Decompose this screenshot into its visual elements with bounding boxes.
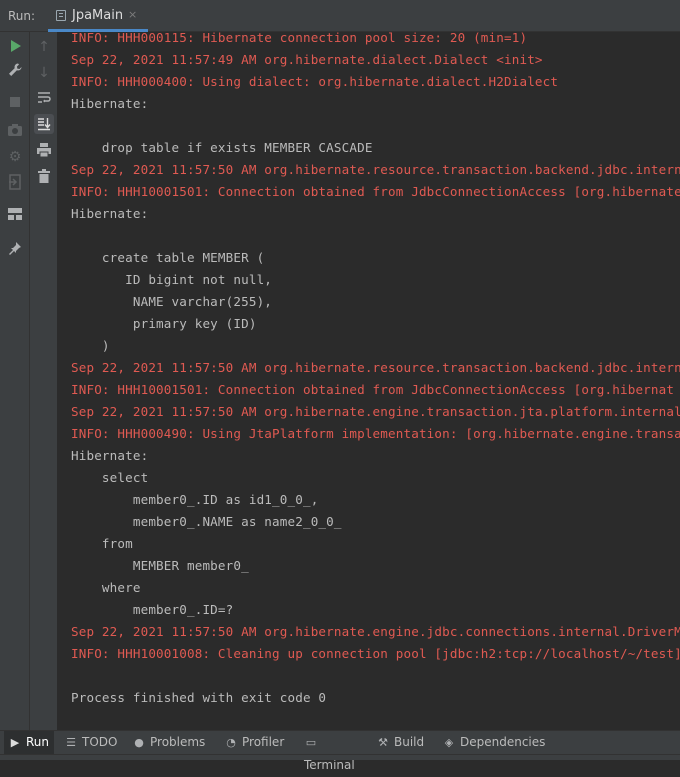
tool-tab-label: Dependencies (460, 735, 546, 749)
scroll-to-end-button[interactable] (34, 114, 54, 134)
console-log-line: INFO: HHH000115: Hibernate connection po… (71, 32, 528, 45)
play-icon: ▶ (10, 736, 20, 749)
previous-occurrence-button[interactable]: ↑ (34, 36, 54, 56)
console-log-line: Sep 22, 2021 11:57:50 AM org.hibernate.r… (71, 360, 680, 375)
rerun-button[interactable] (5, 36, 25, 56)
tool-window-bar: ▶ Run ☰ TODO ● Problems ◔ Profiler ▭ Terminal ⚒ Bui… (0, 730, 680, 772)
next-occurrence-button[interactable]: ↓ (34, 62, 54, 82)
tool-tab-todo[interactable]: ☰ TODO (60, 731, 124, 755)
console-log-line: Sep 22, 2021 11:57:50 AM org.hibernate.r… (71, 162, 680, 177)
tool-tab-label: Run (26, 735, 50, 749)
soft-wrap-button[interactable] (34, 88, 54, 108)
exit-icon (9, 174, 21, 190)
console-output-line: member0_.NAME as name2_0_0_ (71, 514, 342, 529)
console-output-line: NAME varchar(255), (71, 294, 273, 309)
soft-wrap-icon (38, 92, 51, 103)
tool-tab-label: Profiler (242, 735, 285, 749)
tool-tab-problems[interactable]: ● Problems (128, 731, 216, 755)
console-log-line: INFO: HHH000400: Using dialect: org.hibe… (71, 74, 559, 89)
console-output-line: Hibernate: (71, 206, 149, 221)
terminal-icon: ▭ (305, 736, 317, 749)
console-output-line: from (71, 536, 133, 551)
run-label: Run: (8, 9, 36, 23)
gear-icon: ⚙ (8, 149, 22, 165)
console-output-line: where (71, 580, 141, 595)
arrow-up-icon: ↑ (38, 39, 50, 55)
print-button[interactable] (34, 140, 54, 160)
console-actions-toolbar: ↑ ↓ (30, 32, 58, 730)
console-output-line: Hibernate: (71, 96, 149, 111)
tool-tab-label: Problems (150, 735, 206, 749)
run-config-icon (56, 10, 66, 21)
console-output-line: create table MEMBER ( (71, 250, 265, 265)
stop-icon (10, 97, 20, 107)
arrow-down-icon: ↓ (38, 65, 50, 81)
run-tool-window-header: Run: JpaMain × (0, 0, 680, 32)
play-icon (11, 40, 21, 52)
console-output-line: member0_.ID=? (71, 602, 234, 617)
console-output-line: ) (71, 338, 110, 353)
exit-button[interactable] (5, 172, 25, 192)
console-log-line: Sep 22, 2021 11:57:50 AM org.hibernate.e… (71, 404, 680, 419)
edit-configuration-button[interactable] (5, 60, 25, 80)
console-output-line: drop table if exists MEMBER CASCADE (71, 140, 373, 155)
dump-threads-button[interactable] (5, 120, 25, 140)
wrench-icon (9, 63, 22, 76)
tool-tab-build[interactable]: ⚒ Build (372, 731, 434, 755)
tool-tab-profiler[interactable]: ◔ Profiler (220, 731, 296, 755)
console-output-line: MEMBER member0_ (71, 558, 249, 573)
tool-tab-run[interactable]: ▶ Run (4, 731, 54, 755)
console-log-line: Sep 22, 2021 11:57:49 AM org.hibernate.d… (71, 52, 543, 67)
tool-tab-label: Build (394, 735, 425, 749)
clear-all-button[interactable] (34, 166, 54, 186)
console-output[interactable]: INFO: HHH000115: Hibernate connection po… (58, 32, 680, 730)
tool-tab-terminal[interactable]: ▭ Terminal (300, 731, 368, 772)
close-tab-icon[interactable]: × (128, 8, 137, 21)
problems-icon: ● (134, 736, 144, 749)
console-output-line: Process finished with exit code 0 (71, 690, 327, 705)
pin-icon (9, 242, 21, 255)
camera-icon (8, 124, 22, 136)
stop-button[interactable] (5, 92, 25, 112)
console-output-line: select (71, 470, 149, 485)
tool-tab-dependencies[interactable]: ◈ Dependencies (438, 731, 548, 755)
hammer-icon: ⚒ (378, 736, 388, 749)
settings-button[interactable]: ⚙ (5, 146, 25, 166)
run-actions-toolbar: ⚙ (0, 32, 30, 730)
trash-icon (38, 169, 50, 183)
console-log-line: INFO: HHH000490: Using JtaPlatform imple… (71, 426, 680, 441)
console-log-line: INFO: HHH10001501: Connection obtained f… (71, 382, 675, 397)
console-log-line: Sep 22, 2021 11:57:50 AM org.hibernate.e… (71, 624, 680, 639)
dependencies-icon: ◈ (444, 736, 454, 749)
restore-layout-button[interactable] (5, 204, 25, 224)
printer-icon (37, 143, 51, 158)
tool-tab-label: Terminal (304, 758, 355, 772)
run-tab-title: JpaMain (72, 8, 124, 23)
list-icon: ☰ (66, 736, 76, 749)
console-output-line: Hibernate: (71, 448, 149, 463)
console-log-line: INFO: HHH10001008: Cleaning up connectio… (71, 646, 680, 661)
scroll-to-end-icon (38, 118, 51, 131)
console-log-line: INFO: HHH10001501: Connection obtained f… (71, 184, 680, 199)
tool-tab-label: TODO (82, 735, 118, 749)
console-output-line: ID bigint not null, (71, 272, 273, 287)
run-tab-jpamain[interactable]: JpaMain × (48, 0, 148, 32)
pin-tab-button[interactable] (5, 238, 25, 258)
layout-icon (8, 208, 22, 220)
console-output-line: member0_.ID as id1_0_0_, (71, 492, 319, 507)
profiler-icon: ◔ (226, 736, 236, 749)
console-output-line: primary key (ID) (71, 316, 257, 331)
status-bar (0, 754, 680, 760)
